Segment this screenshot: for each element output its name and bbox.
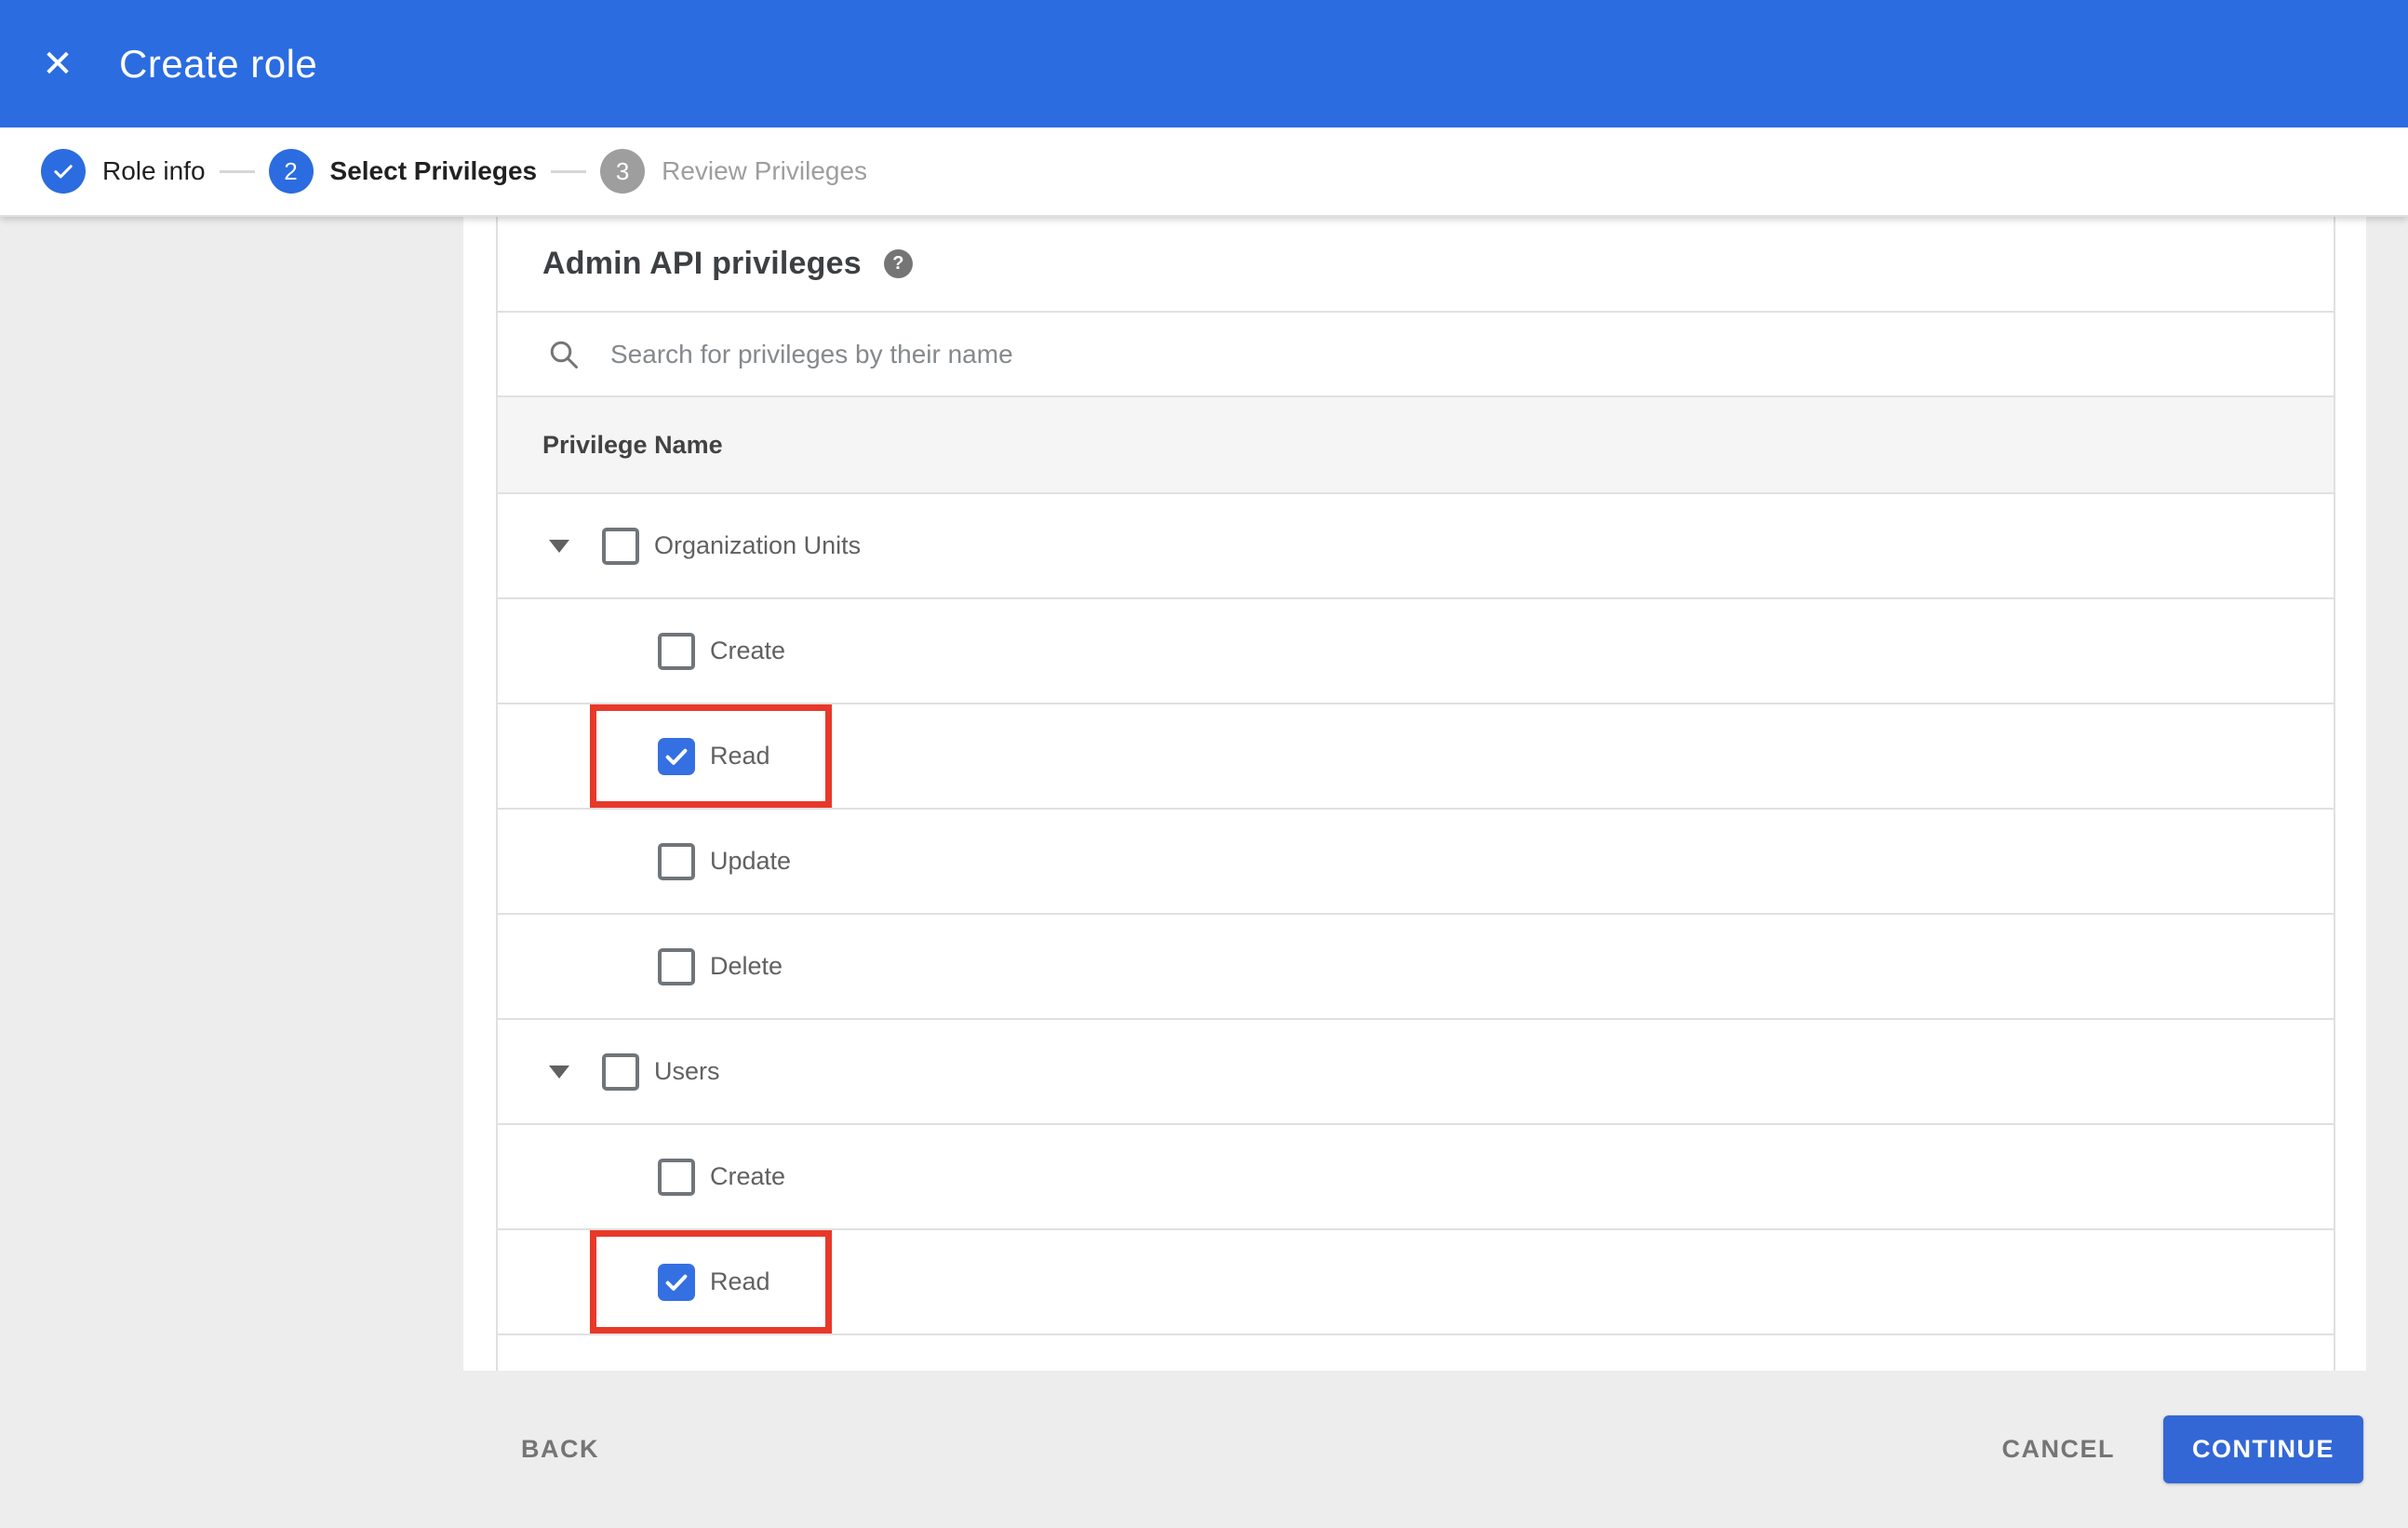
privilege-checkbox[interactable] — [602, 1052, 639, 1091]
section-heading-row: Admin API privileges ? — [498, 217, 2334, 313]
continue-button[interactable]: CONTINUE — [2163, 1415, 2363, 1483]
step2-label: Select Privileges — [329, 156, 538, 185]
step3-number: 3 — [600, 149, 646, 194]
table-row: Create — [498, 1125, 2334, 1230]
section-title: Admin API privileges — [542, 246, 862, 281]
table-row: Read — [498, 1230, 2334, 1335]
privilege-checkbox[interactable] — [658, 1158, 695, 1196]
table-row: Create — [498, 599, 2334, 704]
help-icon[interactable]: ? — [883, 249, 913, 278]
footer-actions: CANCEL CONTINUE — [2002, 1371, 2363, 1528]
privilege-label: Update — [710, 847, 792, 875]
privilege-checkbox[interactable] — [658, 947, 695, 985]
step2-number: 2 — [268, 149, 314, 194]
privilege-label: Users — [654, 1057, 720, 1085]
step-connector — [551, 169, 587, 173]
table-column-header: Privilege Name — [498, 397, 2334, 494]
privilege-checkbox[interactable] — [658, 1263, 695, 1301]
step3-label: Review Privileges — [662, 156, 868, 185]
privilege-checkbox[interactable] — [658, 737, 695, 775]
privilege-label: Delete — [710, 952, 783, 980]
cancel-button[interactable]: CANCEL — [2002, 1435, 2116, 1464]
main-area: Admin API privileges ? Privilege Name Or… — [0, 217, 2408, 1371]
step1-check-icon — [41, 149, 86, 194]
close-icon[interactable]: ✕ — [39, 46, 76, 83]
stepper: Role info 2 Select Privileges 3 Review P… — [0, 127, 2408, 217]
dialog-header: ✕ Create role — [0, 0, 2408, 127]
column-header-label: Privilege Name — [542, 430, 723, 459]
privilege-label: Organization Units — [654, 531, 862, 559]
table-row: Read — [498, 704, 2334, 810]
search-input[interactable] — [609, 338, 2008, 370]
privileges-card: Admin API privileges ? Privilege Name Or… — [463, 217, 2366, 1371]
privilege-checkbox[interactable] — [658, 842, 695, 880]
dialog-title: Create role — [119, 41, 318, 86]
table-row: Update — [498, 810, 2334, 915]
step-role-info[interactable]: Role info — [41, 149, 206, 194]
expand-triangle-icon[interactable] — [549, 539, 569, 553]
privilege-checkbox[interactable] — [658, 632, 695, 670]
privilege-label: Create — [710, 1162, 786, 1190]
privilege-label: Read — [710, 742, 770, 770]
privilege-rows: Organization Units Create Read Update De… — [498, 494, 2334, 1335]
search-icon — [550, 341, 578, 369]
step1-label: Role info — [102, 156, 206, 185]
footer-bar: BACK CANCEL CONTINUE — [0, 1371, 2408, 1528]
privilege-checkbox[interactable] — [602, 527, 639, 565]
privilege-label: Read — [710, 1267, 770, 1295]
expand-triangle-icon[interactable] — [549, 1065, 569, 1079]
privileges-table: Admin API privileges ? Privilege Name Or… — [496, 217, 2335, 1371]
table-row-partial — [498, 1335, 2334, 1371]
step-connector — [219, 169, 255, 173]
table-row: Delete — [498, 915, 2334, 1020]
table-row: Users — [498, 1020, 2334, 1125]
step-review-privileges[interactable]: 3 Review Privileges — [600, 149, 867, 194]
step-select-privileges[interactable]: 2 Select Privileges — [268, 149, 538, 194]
back-button[interactable]: BACK — [508, 1371, 612, 1528]
table-row: Organization Units — [498, 494, 2334, 599]
search-row — [498, 313, 2334, 397]
privilege-label: Create — [710, 637, 786, 664]
